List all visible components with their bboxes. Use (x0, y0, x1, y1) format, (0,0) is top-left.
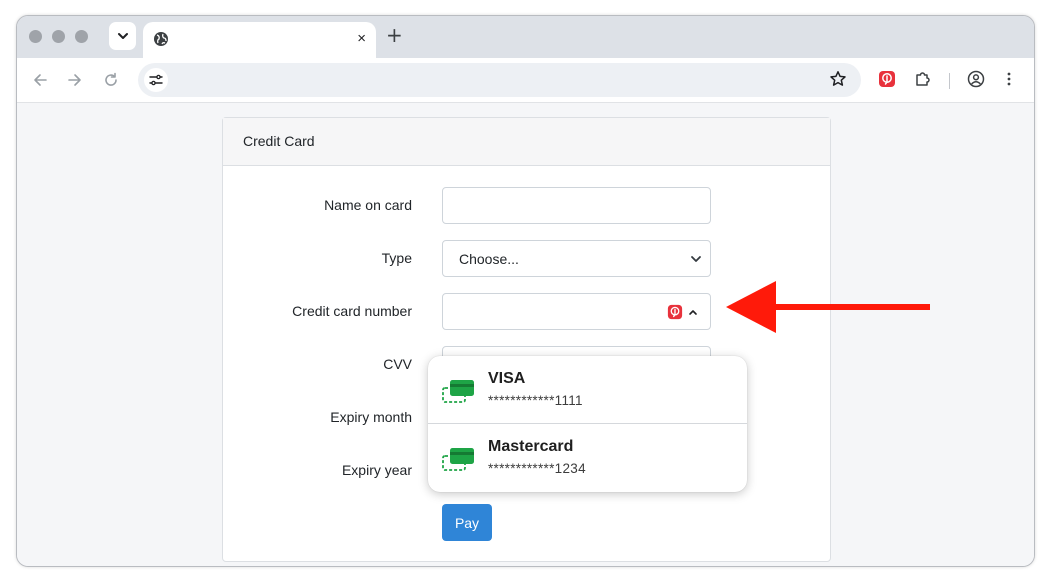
browser-toolbar (17, 58, 1034, 103)
password-manager-icon[interactable] (667, 304, 683, 320)
autofill-card-option[interactable]: VISA ************1111 (428, 356, 747, 424)
card-number-label: Credit card number (292, 303, 412, 319)
globe-icon (154, 32, 168, 46)
tune-icon (149, 74, 163, 86)
site-info-button[interactable] (144, 68, 168, 92)
credit-card-form: Credit Card Name on card Type Choose... … (222, 117, 831, 562)
card-brand: Mastercard (488, 438, 574, 455)
bookmark-button[interactable] (829, 70, 847, 93)
reload-button[interactable] (100, 69, 122, 91)
profile-icon (967, 70, 985, 88)
form-title: Credit Card (223, 118, 830, 166)
card-type-value: Choose... (459, 251, 519, 267)
expiry-year-label: Expiry year (341, 462, 412, 478)
forward-button[interactable] (64, 69, 86, 91)
page-content: Credit Card Name on card Type Choose... … (17, 104, 1034, 566)
password-manager-icon (879, 71, 895, 87)
name-label: Name on card (324, 197, 412, 213)
browser-menu-button[interactable] (1006, 70, 1012, 93)
type-label: Type (381, 250, 412, 266)
card-masked-number: ************1111 (488, 393, 583, 408)
reload-icon (105, 72, 117, 86)
chevron-down-icon (691, 256, 701, 262)
puzzle-icon (916, 72, 930, 86)
annotation-arrow (726, 281, 930, 333)
arrow-right-icon (68, 74, 81, 86)
address-bar[interactable] (138, 63, 861, 97)
star-icon (830, 71, 846, 86)
chevron-up-icon[interactable] (688, 307, 698, 317)
new-tab-button[interactable]: + (386, 25, 403, 45)
back-button[interactable] (29, 69, 51, 91)
credit-card-icon (442, 448, 474, 471)
tab-list-button[interactable] (109, 22, 136, 50)
cvv-label: CVV (383, 356, 412, 372)
card-type-select[interactable]: Choose... (442, 240, 711, 277)
kebab-menu-icon (1007, 72, 1011, 86)
name-on-card-input[interactable] (442, 187, 711, 224)
profile-button[interactable] (967, 70, 985, 93)
tab-strip: × + (17, 16, 1034, 58)
autofill-card-option[interactable]: Mastercard ************1234 (428, 424, 747, 492)
pay-button[interactable]: Pay (442, 504, 492, 541)
credit-card-icon (442, 380, 474, 403)
card-brand: VISA (488, 370, 526, 387)
tab-close-button[interactable]: × (357, 31, 366, 47)
minimize-window-button[interactable] (52, 30, 65, 43)
browser-tab[interactable]: × (143, 22, 376, 58)
expiry-month-label: Expiry month (330, 409, 412, 425)
toolbar-divider (949, 73, 950, 89)
card-masked-number: ************1234 (488, 461, 586, 476)
autofill-dropdown: VISA ************1111 Mastercard *******… (428, 356, 747, 492)
password-manager-extension-button[interactable] (878, 70, 896, 93)
close-window-button[interactable] (29, 30, 42, 43)
arrow-left-icon (34, 74, 47, 86)
chevron-down-icon (117, 33, 128, 39)
extensions-button[interactable] (914, 70, 932, 93)
card-number-input[interactable] (442, 293, 711, 330)
maximize-window-button[interactable] (75, 30, 88, 43)
